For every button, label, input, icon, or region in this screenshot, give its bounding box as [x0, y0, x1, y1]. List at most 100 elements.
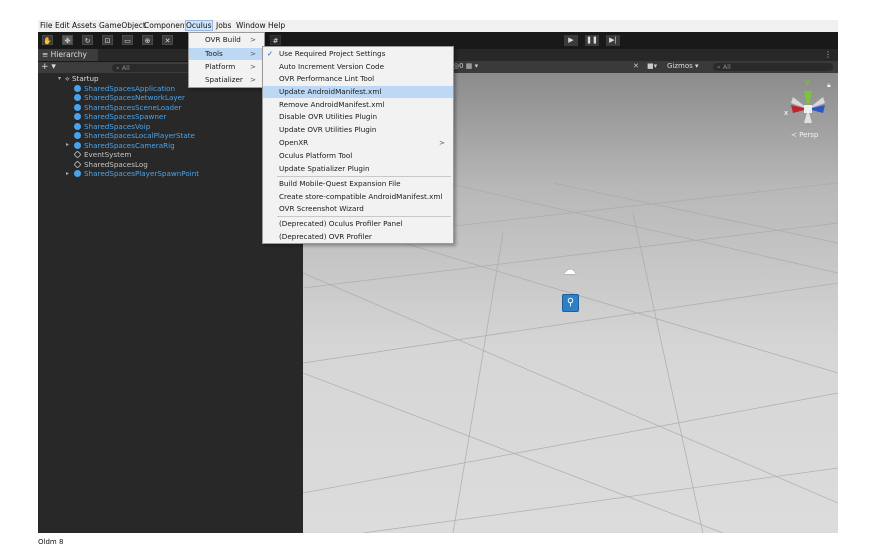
list-item[interactable]: SharedSpacesVoip — [74, 122, 150, 131]
menu-item-auto-increment[interactable]: Auto Increment Version Code — [263, 61, 453, 73]
prefab-icon — [74, 170, 81, 177]
pause-button-icon[interactable]: ❚❚ — [585, 35, 599, 46]
rect-tool-icon[interactable]: ▭ — [122, 35, 133, 45]
hierarchy-tab[interactable]: ≡ Hierarchy — [38, 49, 98, 61]
menu-item-label: Update AndroidManifest.xml — [279, 87, 382, 96]
item-label: SharedSpacesPlayerSpawnPoint — [84, 169, 200, 178]
hand-tool-icon[interactable]: ✋ — [42, 35, 53, 45]
menu-jobs[interactable]: Jobs — [216, 21, 231, 30]
expand-arrow-icon[interactable]: ▸ — [66, 170, 69, 177]
menu-item-label: (Deprecated) Oculus Profiler Panel — [279, 219, 403, 228]
hidden-count: 0 — [459, 62, 464, 70]
scene-search-input[interactable]: ⌕ All — [713, 63, 833, 71]
menu-component[interactable]: Component — [144, 21, 188, 30]
projection-toggle[interactable]: ≺ Persp — [791, 131, 818, 139]
menu-item-disable-utilities[interactable]: Disable OVR Utilities Plugin — [263, 111, 453, 123]
menu-item-label: Build Mobile-Quest Expansion File — [279, 179, 401, 188]
camera-toggle-icon[interactable]: ■▾ — [647, 62, 657, 70]
menu-item-update-spatializer[interactable]: Update Spatializer Plugin — [263, 163, 453, 175]
persp-label: Persp — [799, 131, 819, 139]
menu-item-label: Update Spatializer Plugin — [279, 163, 370, 173]
menu-item-spatializer[interactable]: Spatializer > — [189, 74, 264, 86]
hierarchy-tab-label: Hierarchy — [50, 50, 87, 59]
menu-item-update-manifest[interactable]: Update AndroidManifest.xml — [263, 86, 453, 98]
item-label: SharedSpacesSceneLoader — [84, 102, 182, 112]
menu-item-label: Disable OVR Utilities Plugin — [279, 112, 378, 121]
visibility-toggle[interactable]: ◎0 ▦ ▾ — [453, 62, 478, 70]
menu-item-profiler-panel[interactable]: (Deprecated) Oculus Profiler Panel — [263, 218, 453, 230]
menu-item-platform[interactable]: Platform > — [189, 61, 264, 73]
rotate-tool-icon[interactable]: ↻ — [82, 35, 93, 45]
gameobject-icon — [73, 150, 82, 159]
figure-caption: Oldm 8 — [38, 538, 64, 546]
gizmos-label: Gizmos — [667, 62, 693, 70]
transform-tool-icon[interactable]: ⊕ — [142, 35, 153, 45]
tools-toggle-icon[interactable]: ✕ — [633, 62, 639, 70]
menu-oculus[interactable]: Oculus — [185, 20, 213, 31]
menu-gameobject[interactable]: GameObject — [99, 21, 146, 30]
menu-item-store-manifest[interactable]: Create store-compatible AndroidManifest.… — [263, 191, 453, 203]
prefab-icon — [74, 113, 81, 120]
menu-item-performance-lint[interactable]: OVR Performance Lint Tool — [263, 73, 453, 85]
collapse-arrow-icon[interactable]: ▾ — [58, 75, 61, 82]
list-item[interactable]: SharedSpacesSceneLoader — [74, 103, 181, 112]
menu-item-openxr[interactable]: OpenXR > — [263, 137, 453, 149]
list-item[interactable]: SharedSpacesSpawner — [74, 112, 166, 121]
menu-item-use-required-settings[interactable]: ✓ Use Required Project Settings — [263, 48, 453, 60]
menu-item-ovr-build[interactable]: OVR Build > — [189, 34, 264, 46]
spawn-point-icon[interactable]: ⚲ — [562, 294, 579, 312]
menu-file[interactable]: File — [40, 21, 53, 30]
prefab-icon — [74, 103, 81, 111]
axis-y-label: y — [805, 77, 810, 86]
menu-item-screenshot-wizard[interactable]: OVR Screenshot Wizard — [263, 203, 453, 215]
menu-assets[interactable]: Assets — [72, 21, 96, 30]
play-button-icon[interactable]: ▶ — [564, 35, 578, 46]
menu-item-platform-tool[interactable]: Oculus Platform Tool — [263, 150, 453, 162]
orientation-gizmo[interactable]: y x 🔒︎ — [783, 77, 833, 137]
menu-bar: File Edit Assets GameObject Component Oc… — [38, 20, 838, 32]
prefab-icon — [74, 132, 81, 139]
grid-snap-icon[interactable]: # — [270, 35, 281, 45]
submenu-arrow-icon: > — [249, 49, 256, 58]
item-label: SharedSpacesLocalPlayerState — [84, 131, 195, 140]
gizmos-dropdown[interactable]: Gizmos ▾ — [667, 62, 699, 70]
list-item[interactable]: SharedSpacesLocalPlayerState — [74, 131, 195, 140]
custom-tool-icon[interactable]: ✕ — [162, 35, 173, 45]
menu-item-label: Spatializer — [205, 75, 243, 84]
expand-arrow-icon[interactable]: ▸ — [66, 141, 69, 148]
menu-separator — [277, 216, 451, 217]
menu-item-expansion-file[interactable]: Build Mobile-Quest Expansion File — [263, 178, 453, 190]
lock-icon[interactable]: 🔒︎ — [827, 81, 831, 90]
step-button-icon[interactable]: ▶| — [606, 35, 620, 46]
move-tool-icon[interactable]: ✥ — [62, 35, 73, 45]
submenu-arrow-icon: > — [249, 75, 256, 84]
menu-item-label: Auto Increment Version Code — [279, 61, 385, 71]
menu-item-label: Update OVR Utilities Plugin — [279, 125, 377, 134]
submenu-arrow-icon: > — [438, 138, 445, 147]
list-item[interactable]: SharedSpacesApplication — [74, 84, 175, 93]
add-object-button[interactable]: + ▾ — [41, 62, 56, 72]
list-item[interactable]: SharedSpacesCameraRig — [74, 141, 175, 150]
menu-help[interactable]: Help — [268, 21, 285, 30]
menu-item-tools[interactable]: Tools > — [189, 48, 264, 60]
menu-item-remove-manifest[interactable]: Remove AndroidManifest.xml — [263, 99, 453, 111]
list-item[interactable]: SharedSpacesLog — [73, 160, 148, 169]
list-item[interactable]: SharedSpacesPlayerSpawnPoint — [74, 169, 199, 178]
oculus-menu: OVR Build > Tools > Platform > Spatializer > — [188, 32, 265, 88]
menu-item-label: OVR Build — [205, 35, 241, 44]
menu-edit[interactable]: Edit — [55, 21, 70, 30]
menu-window[interactable]: Window — [236, 21, 266, 30]
list-item[interactable]: EventSystem — [73, 150, 131, 159]
list-item[interactable]: SharedSpacesNetworkLayer — [74, 93, 185, 102]
scene-icon: ⟡ — [65, 75, 70, 83]
menu-separator — [277, 176, 451, 177]
menu-item-update-utilities[interactable]: Update OVR Utilities Plugin — [263, 124, 453, 136]
prefab-icon — [74, 94, 81, 101]
cloud-gizmo-icon[interactable]: ☁ — [563, 263, 576, 278]
scene-root[interactable]: ⟡ Startup — [65, 74, 99, 83]
more-options-icon[interactable]: ⋮ — [824, 50, 832, 59]
item-label: SharedSpacesVoip — [84, 121, 151, 131]
menu-item-ovr-profiler[interactable]: (Deprecated) OVR Profiler — [263, 231, 453, 243]
menu-item-label: Oculus Platform Tool — [279, 151, 353, 160]
scale-tool-icon[interactable]: ⊡ — [102, 35, 113, 45]
